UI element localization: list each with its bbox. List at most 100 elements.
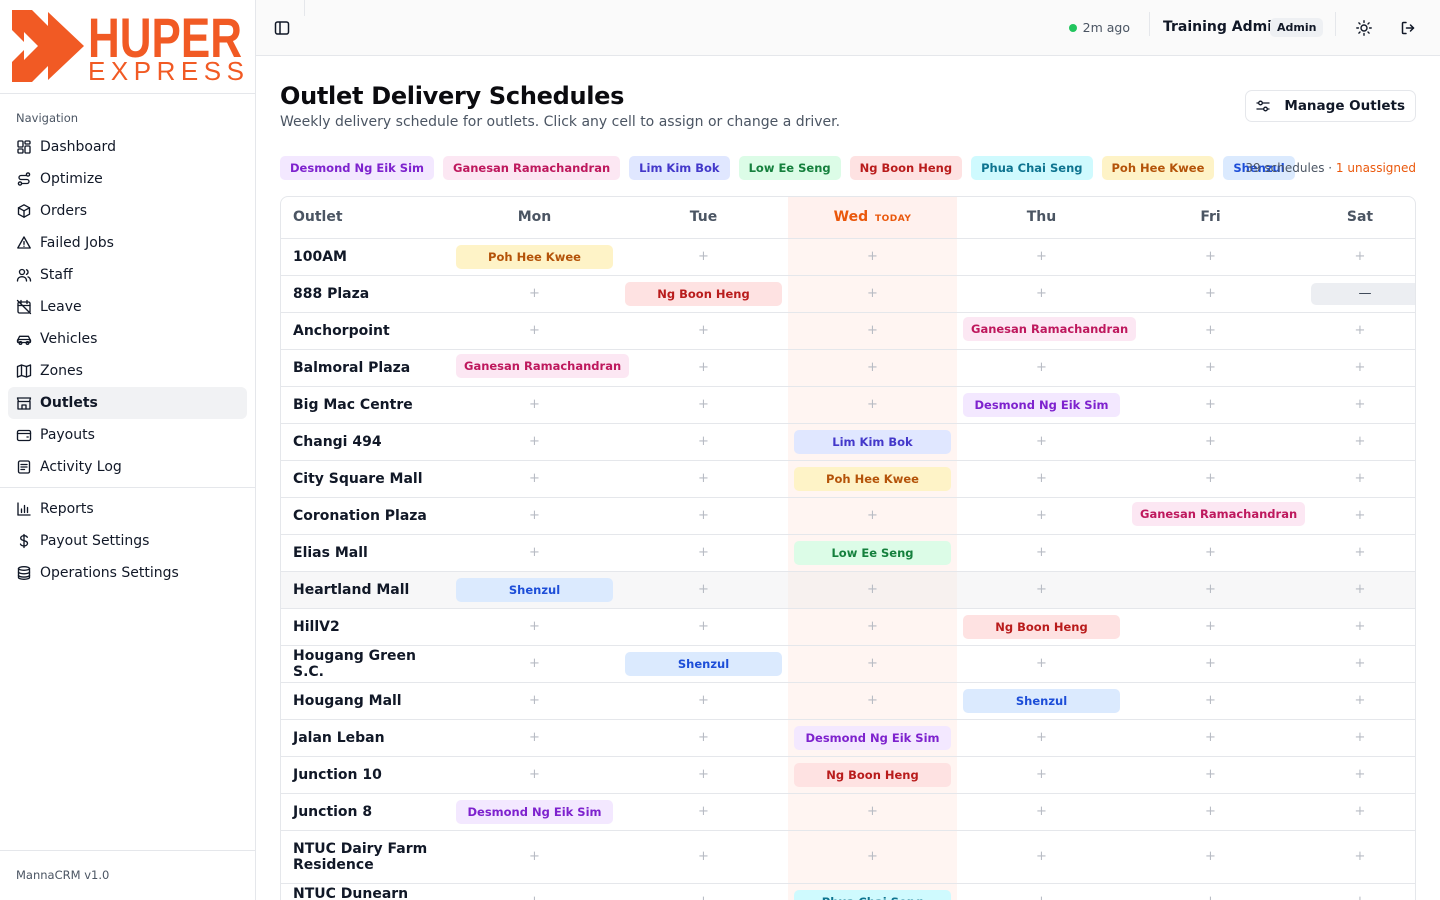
add-driver-icon[interactable]: + [1205, 582, 1216, 597]
schedule-cell[interactable]: + [1295, 460, 1415, 498]
schedule-cell[interactable]: + [957, 497, 1126, 535]
sidebar-item-failed-jobs[interactable]: Failed Jobs [8, 227, 247, 259]
schedule-cell[interactable]: + [450, 460, 619, 498]
add-driver-icon[interactable]: + [867, 582, 878, 597]
add-driver-icon[interactable]: + [698, 767, 709, 782]
schedule-cell[interactable]: Poh Hee Kwee [450, 238, 619, 276]
add-driver-icon[interactable]: + [529, 693, 540, 708]
add-driver-icon[interactable]: + [1355, 434, 1366, 449]
driver-assignment-chip[interactable]: Ng Boon Heng [625, 281, 782, 306]
schedule-cell[interactable]: + [1295, 645, 1415, 683]
schedule-cell[interactable]: + [1295, 497, 1415, 535]
sun-icon[interactable] [1354, 18, 1374, 38]
add-driver-icon[interactable]: + [1205, 249, 1216, 264]
add-driver-icon[interactable]: + [1205, 730, 1216, 745]
schedule-cell[interactable]: + [450, 497, 619, 535]
schedule-cell[interactable]: + [788, 571, 957, 609]
schedule-cell[interactable]: + [957, 460, 1126, 498]
add-driver-icon[interactable]: + [529, 894, 540, 900]
add-driver-icon[interactable]: + [698, 582, 709, 597]
schedule-cell[interactable]: Desmond Ng Eik Sim [957, 386, 1126, 424]
schedule-cell[interactable]: + [957, 349, 1126, 387]
driver-assignment-chip[interactable]: Shenzul [625, 651, 782, 676]
driver-assignment-chip[interactable]: Phua Chai Seng [794, 889, 951, 900]
schedule-cell[interactable]: Shenzul [957, 682, 1126, 720]
schedule-cell[interactable]: + [1295, 793, 1415, 831]
driver-assignment-chip[interactable]: Ganesan Ramachandran [456, 353, 630, 378]
add-driver-icon[interactable]: + [529, 545, 540, 560]
add-driver-icon[interactable]: + [867, 849, 878, 864]
add-driver-icon[interactable]: + [867, 656, 878, 671]
schedule-cell[interactable]: + [619, 312, 788, 350]
add-driver-icon[interactable]: + [1355, 508, 1366, 523]
schedule-cell[interactable]: Low Ee Seng [788, 534, 957, 572]
add-driver-icon[interactable]: + [698, 249, 709, 264]
schedule-cell[interactable]: + [450, 682, 619, 720]
add-driver-icon[interactable]: + [1036, 804, 1047, 819]
schedule-cell[interactable]: + [1295, 312, 1415, 350]
schedule-cell[interactable]: + [1295, 682, 1415, 720]
add-driver-icon[interactable]: + [698, 360, 709, 375]
add-driver-icon[interactable]: + [867, 323, 878, 338]
add-driver-icon[interactable]: + [1036, 471, 1047, 486]
schedule-cell[interactable]: + [1295, 719, 1415, 757]
add-driver-icon[interactable]: + [1205, 323, 1216, 338]
schedule-cell[interactable]: Ganesan Ramachandran [450, 349, 630, 387]
schedule-cell[interactable]: + [957, 238, 1126, 276]
schedule-cell[interactable]: + [957, 793, 1126, 831]
schedule-cell[interactable]: + [1295, 571, 1415, 609]
add-driver-icon[interactable]: + [1205, 619, 1216, 634]
sidebar-item-staff[interactable]: Staff [8, 259, 247, 291]
driver-legend-chip[interactable]: Poh Hee Kwee [1101, 156, 1215, 180]
add-driver-icon[interactable]: + [529, 767, 540, 782]
schedule-cell[interactable]: + [1126, 608, 1295, 646]
schedule-cell[interactable]: Poh Hee Kwee [788, 460, 957, 498]
driver-legend-chip[interactable]: Ng Boon Heng [849, 156, 963, 180]
logout-icon[interactable] [1398, 18, 1418, 38]
schedule-cell[interactable]: + [957, 719, 1126, 757]
add-driver-icon[interactable]: + [1355, 767, 1366, 782]
sidebar-item-reports[interactable]: Reports [8, 493, 247, 525]
sidebar-item-operations-settings[interactable]: Operations Settings [8, 557, 247, 589]
add-driver-icon[interactable]: + [1355, 656, 1366, 671]
add-driver-icon[interactable]: + [698, 471, 709, 486]
add-driver-icon[interactable]: + [1355, 249, 1366, 264]
add-driver-icon[interactable]: + [867, 619, 878, 634]
add-driver-icon[interactable]: + [1205, 397, 1216, 412]
schedule-cell[interactable]: Shenzul [450, 571, 619, 609]
add-driver-icon[interactable]: + [1036, 249, 1047, 264]
driver-assignment-chip[interactable]: Poh Hee Kwee [794, 466, 951, 491]
schedule-cell[interactable]: + [1126, 682, 1295, 720]
add-driver-icon[interactable]: + [867, 397, 878, 412]
schedule-cell[interactable]: + [450, 423, 619, 461]
add-driver-icon[interactable]: + [867, 360, 878, 375]
schedule-cell[interactable]: + [1126, 275, 1295, 313]
schedule-cell[interactable]: + [619, 830, 788, 884]
schedule-cell[interactable]: + [450, 719, 619, 757]
add-driver-icon[interactable]: + [698, 693, 709, 708]
schedule-cell[interactable]: + [619, 608, 788, 646]
schedule-cell[interactable]: + [1295, 423, 1415, 461]
schedule-cell[interactable]: + [619, 460, 788, 498]
add-driver-icon[interactable]: + [1036, 767, 1047, 782]
schedule-cell[interactable]: + [1295, 349, 1415, 387]
add-driver-icon[interactable]: + [1355, 849, 1366, 864]
add-driver-icon[interactable]: + [1036, 849, 1047, 864]
schedule-cell[interactable]: — [1295, 275, 1415, 313]
add-driver-icon[interactable]: + [867, 286, 878, 301]
schedule-cell[interactable]: + [1126, 793, 1295, 831]
add-driver-icon[interactable]: + [1205, 894, 1216, 900]
schedule-cell[interactable]: + [619, 386, 788, 424]
schedule-cell[interactable]: + [619, 349, 788, 387]
schedule-cell[interactable]: + [1126, 386, 1295, 424]
add-driver-icon[interactable]: + [1036, 656, 1047, 671]
add-driver-icon[interactable]: + [1355, 323, 1366, 338]
schedule-cell[interactable]: + [1126, 534, 1295, 572]
driver-assignment-chip[interactable]: Desmond Ng Eik Sim [456, 799, 613, 824]
add-driver-icon[interactable]: + [1036, 730, 1047, 745]
schedule-cell[interactable]: + [1295, 386, 1415, 424]
add-driver-icon[interactable]: + [1205, 360, 1216, 375]
schedule-cell[interactable]: + [957, 830, 1126, 884]
add-driver-icon[interactable]: + [1355, 693, 1366, 708]
add-driver-icon[interactable]: + [529, 286, 540, 301]
